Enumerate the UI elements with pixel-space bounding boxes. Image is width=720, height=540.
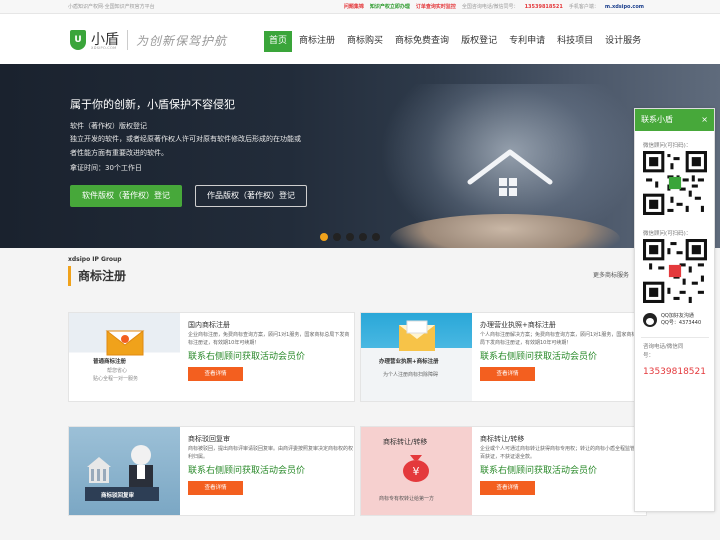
service-card: 商标驳回复审 商标驳回复审 商标被驳回，提出商标评审请驳回复审。由商评委按照复审… bbox=[68, 426, 355, 516]
carousel-dot[interactable] bbox=[346, 233, 354, 241]
nav-tech-project[interactable]: 科技项目 bbox=[552, 31, 598, 52]
logo-name: 小盾 bbox=[91, 32, 119, 48]
thumb-sub: 为个人注册商标扫除障碍 bbox=[383, 372, 439, 378]
thumb-title: 办理营业执照+商标注册 bbox=[379, 359, 439, 365]
card-cta: 联系右侧顾问获取活动会员价 bbox=[188, 352, 306, 362]
banner-title: 属于你的创新，小盾保护不容侵犯 bbox=[70, 98, 235, 111]
sidebar-title: 联系小盾 bbox=[641, 115, 673, 124]
nav-patent[interactable]: 专利申请 bbox=[504, 31, 550, 52]
slogan: 为创新保驾护航 bbox=[136, 33, 228, 48]
envelope-icon bbox=[399, 320, 435, 351]
carousel-dot[interactable] bbox=[333, 233, 341, 241]
banner-line-3: 者性能方面有重要改进的软件。 bbox=[70, 149, 168, 157]
mobile-link[interactable]: m.xdsipo.com bbox=[605, 0, 644, 14]
qq-number: QQ号：4373440 bbox=[661, 320, 702, 326]
banner-line-4: 拿证时间：30个工作日 bbox=[70, 164, 142, 172]
carousel-dots bbox=[320, 233, 380, 241]
card-cta: 联系右侧顾问获取活动会员价 bbox=[480, 352, 598, 362]
section-title: 商标注册 bbox=[78, 269, 127, 283]
office-link[interactable]: 知识产权立即办理 bbox=[370, 0, 410, 14]
hero-banner: 属于你的创新，小盾保护不容侵犯 软件（著作权）版权登记 独立开发的软件，或者经原… bbox=[0, 64, 720, 248]
shield-icon: U bbox=[70, 30, 86, 50]
qq-penguin-icon bbox=[643, 313, 657, 327]
hotline-number: 13539818521 bbox=[643, 367, 706, 377]
hotline-label: 全国咨询电话/微信同号： bbox=[461, 4, 519, 10]
service-card: 办理营业执照+商标注册 为个人注册商标扫除障碍 办理营业执照+商标注册 个人商标… bbox=[360, 312, 647, 402]
view-details-button[interactable]: 查看详情 bbox=[188, 367, 243, 381]
more-services-link[interactable]: 更多商标服务 bbox=[593, 270, 629, 279]
sidebar-header: 联系小盾 × bbox=[635, 109, 714, 131]
wechat-label-2: 微信顾问(可扫码)： bbox=[643, 231, 692, 237]
card-desc: 企业商标注册，免费商标查询方案，顾问1对1服务，国家商标总局下发商标注册证，有效… bbox=[188, 332, 350, 346]
sidebar-divider bbox=[641, 337, 709, 338]
card-thumbnail: 商标转让/转移 ¥ 商标专有权转让给第一方 bbox=[361, 427, 472, 515]
top-links: 问题集锦 知识产权立即办理 订单查询实时监控 全国咨询电话/微信同号： 1353… bbox=[344, 0, 644, 14]
carousel-dot[interactable] bbox=[320, 233, 328, 241]
order-monitor-link[interactable]: 订单查询实时监控 bbox=[416, 0, 456, 14]
view-details-button[interactable]: 查看详情 bbox=[480, 481, 535, 495]
card-desc: 商标被驳回，提出商标评审请驳回复审。由商评委按照复审决定商标权的权利归属。 bbox=[188, 446, 354, 460]
logo[interactable]: U 小盾 XDSIPO.COM 为创新保驾护航 bbox=[70, 30, 227, 50]
nav-trademark-search[interactable]: 商标免费查询 bbox=[390, 31, 454, 52]
top-bar: 小盾知识产权网·全国知识产权官方平台 问题集锦 知识产权立即办理 订单查询实时监… bbox=[0, 0, 720, 14]
card-thumbnail: 商标驳回复审 bbox=[69, 427, 180, 515]
hotline-label-line-1: 咨询电话/微信同 bbox=[643, 344, 684, 350]
service-card: 商标转让/转移 ¥ 商标专有权转让给第一方 商标转让/转移 企业或个人可通过商标… bbox=[360, 426, 647, 516]
hotline-label-line-2: 号： bbox=[643, 353, 655, 359]
thumb-title: 商标转让/转移 bbox=[383, 438, 428, 446]
card-cta: 联系右侧顾问获取活动会员价 bbox=[480, 466, 598, 476]
card-cta: 联系右侧顾问获取活动会员价 bbox=[188, 466, 306, 476]
section-header: xdsipo IP Group 商标注册 bbox=[68, 256, 126, 286]
card-title: 国内商标注册 bbox=[188, 321, 230, 329]
close-icon[interactable]: × bbox=[701, 109, 708, 131]
logo-divider bbox=[127, 30, 128, 50]
nav-design[interactable]: 设计服务 bbox=[600, 31, 646, 52]
section-accent-bar bbox=[68, 266, 71, 286]
service-card: 普通商标注册 帮您省心 贴心全程一对一服务 国内商标注册 企业商标注册，免费商标… bbox=[68, 312, 355, 402]
section-en-title: xdsipo IP Group bbox=[68, 256, 122, 263]
wechat-qr-code-1 bbox=[643, 151, 707, 215]
wechat-qr-code-2 bbox=[643, 239, 707, 303]
envelope-icon bbox=[105, 330, 145, 356]
thumb-sub: 贴心全程一对一服务 bbox=[93, 376, 139, 382]
header: U 小盾 XDSIPO.COM 为创新保驾护航 首页 商标注册 商标购买 商标免… bbox=[0, 14, 720, 64]
software-copyright-button[interactable]: 软件版权（著作权）登记 bbox=[70, 185, 182, 207]
hotline-number: 13539818521 bbox=[524, 4, 563, 10]
card-desc: 个人商标注册解决方案；免费商标查询方案，顾问1对1服务，国家商标总局下发商标注册… bbox=[480, 332, 642, 346]
card-title: 办理营业执照+商标注册 bbox=[480, 321, 556, 329]
qq-label: QQ加好友沟通 bbox=[661, 313, 694, 319]
mobile-label: 手机客户端： bbox=[568, 4, 599, 10]
card-title: 商标驳回复审 bbox=[188, 435, 230, 443]
carousel-dot[interactable] bbox=[359, 233, 367, 241]
thumb-title: 商标驳回复审 bbox=[101, 493, 135, 499]
thumb-sub: 商标专有权转让给第一方 bbox=[379, 496, 435, 502]
svg-text:¥: ¥ bbox=[413, 465, 420, 478]
hotline-label: 咨询电话/微信同 号： bbox=[643, 343, 683, 361]
nav-trademark-register[interactable]: 商标注册 bbox=[294, 31, 340, 52]
nav-copyright[interactable]: 版权登记 bbox=[456, 31, 502, 52]
card-thumbnail: 普通商标注册 帮您省心 贴心全程一对一服务 bbox=[69, 313, 180, 401]
banner-line-2: 独立开发的软件，或者经原著作权人许可对原有软件修改后形成的在功能或 bbox=[70, 135, 301, 143]
view-details-button[interactable]: 查看详情 bbox=[188, 481, 243, 495]
thumb-title: 普通商标注册 bbox=[93, 359, 127, 365]
carousel-dot[interactable] bbox=[372, 233, 380, 241]
logo-sub: XDSIPO.COM bbox=[91, 46, 117, 50]
main-nav: 首页 商标注册 商标购买 商标免费查询 版权登记 专利申请 科技项目 设计服务 bbox=[264, 31, 648, 52]
wechat-label-1: 微信顾问(可扫码)： bbox=[643, 143, 692, 149]
house-icon bbox=[467, 149, 553, 196]
thumb-sub: 帮您省心 bbox=[107, 368, 128, 374]
card-title: 商标转让/转移 bbox=[480, 435, 525, 443]
contact-sidebar: 联系小盾 × 微信顾问(可扫码)： 微信顾问(可扫码)： QQ加好友沟通 QQ号… bbox=[634, 108, 715, 512]
nav-home[interactable]: 首页 bbox=[264, 31, 293, 52]
banner-line-1: 软件（著作权）版权登记 bbox=[70, 122, 147, 130]
site-description: 小盾知识产权网·全国知识产权官方平台 bbox=[68, 4, 155, 10]
nav-trademark-buy[interactable]: 商标购买 bbox=[342, 31, 388, 52]
view-details-button[interactable]: 查看详情 bbox=[480, 367, 535, 381]
qq-contact[interactable]: QQ加好友沟通 QQ号：4373440 bbox=[643, 313, 701, 327]
money-bag-icon: ¥ bbox=[403, 455, 429, 482]
works-copyright-button[interactable]: 作品版权（著作权）登记 bbox=[195, 185, 307, 207]
card-desc: 企业或个人可通过商标转让获得商标专用权；转让的商标小盾全程监管百分百获证，不获证… bbox=[480, 446, 646, 460]
issue-link[interactable]: 问题集锦 bbox=[344, 0, 364, 14]
card-thumbnail: 办理营业执照+商标注册 为个人注册商标扫除障碍 bbox=[361, 313, 472, 401]
